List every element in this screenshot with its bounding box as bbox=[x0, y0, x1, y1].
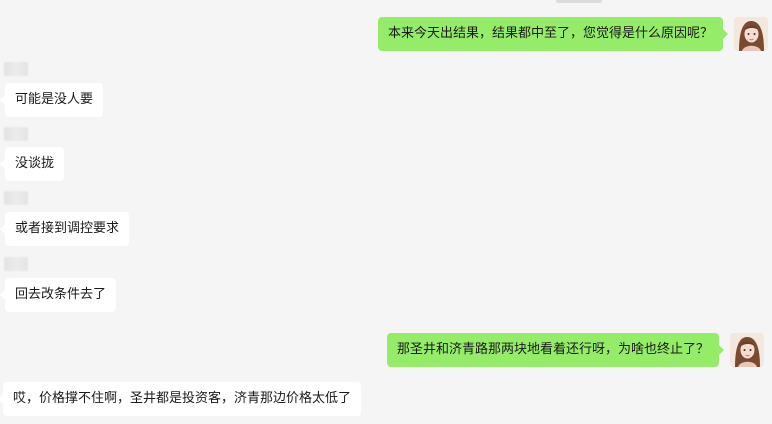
self-avatar[interactable] bbox=[730, 333, 764, 367]
avatar-icon bbox=[730, 333, 764, 367]
chat-area: 本来今天出结果，结果都中至了，您觉得是什么原因呢？ 可能是没人要 没谈拢 或者接… bbox=[0, 0, 772, 424]
avatar-icon bbox=[734, 17, 768, 51]
message-text: 没谈拢 bbox=[15, 156, 55, 171]
message-text: 那圣井和济青路那两块地看着还行呀，为啥也终止了？ bbox=[396, 342, 709, 357]
message-bubble-sent[interactable]: 那圣井和济青路那两块地看着还行呀，为啥也终止了？ bbox=[386, 333, 725, 367]
message-text: 或者接到调控要求 bbox=[15, 221, 120, 236]
message-bubble-received[interactable]: 没谈拢 bbox=[0, 147, 65, 181]
message-bubble-sent[interactable]: 本来今天出结果，结果都中至了，您觉得是什么原因呢？ bbox=[377, 17, 729, 51]
sender-name-blurred bbox=[4, 191, 28, 205]
message-text: 可能是没人要 bbox=[15, 92, 94, 107]
self-avatar[interactable] bbox=[734, 17, 768, 51]
sender-name-blurred bbox=[4, 127, 28, 141]
message-bubble-received[interactable]: 哎，价格撑不住啊，圣井都是投资客，济青那边价格太低了 bbox=[0, 382, 362, 416]
sender-name-blurred bbox=[4, 257, 28, 271]
message-bubble-received[interactable]: 可能是没人要 bbox=[0, 83, 104, 117]
sender-name-blurred bbox=[4, 62, 28, 76]
message-text: 本来今天出结果，结果都中至了，您觉得是什么原因呢？ bbox=[387, 26, 713, 41]
message-text: 哎，价格撑不住啊，圣井都是投资客，济青那边价格太低了 bbox=[13, 391, 352, 406]
previous-message-edge bbox=[556, 0, 602, 3]
message-text: 回去改条件去了 bbox=[15, 287, 107, 302]
message-bubble-received[interactable]: 回去改条件去了 bbox=[0, 278, 117, 312]
message-bubble-received[interactable]: 或者接到调控要求 bbox=[0, 212, 130, 246]
